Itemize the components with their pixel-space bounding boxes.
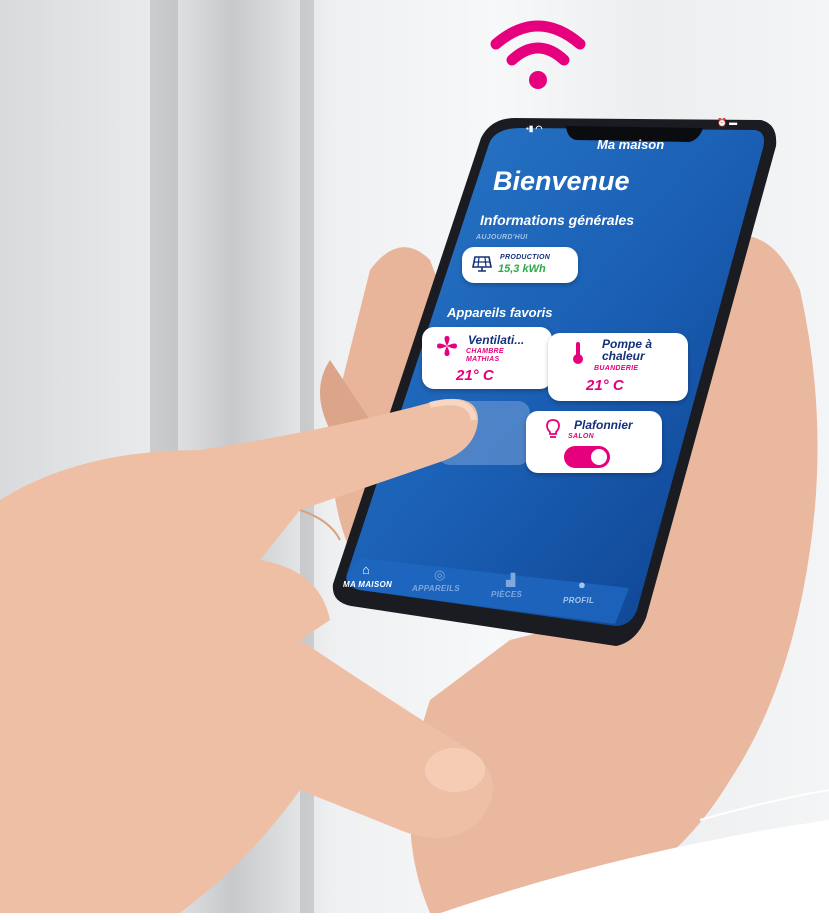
production-label: PRODUCTION bbox=[500, 254, 551, 261]
favorite-card-heat-pump[interactable]: Pompe à chaleur BUANDERIE 21° C bbox=[548, 333, 688, 401]
favorite-name: Plafonnier bbox=[574, 418, 633, 432]
toggle-knob bbox=[591, 449, 607, 465]
status-battery-icon: ⏰ ▬ bbox=[717, 118, 738, 127]
header-title: Ma maison bbox=[597, 137, 665, 152]
solar-panel-icon bbox=[472, 256, 492, 272]
favorite-room: CHAMBRE MATHIAS bbox=[466, 348, 504, 363]
bottom-white-curve bbox=[420, 789, 829, 920]
favorite-card-ventilation[interactable]: Ventilati... CHAMBRE MATHIAS 21° C bbox=[422, 327, 552, 389]
wifi-icon bbox=[490, 20, 586, 89]
production-value: 15,3 kWh bbox=[498, 263, 546, 275]
thermometer-icon bbox=[573, 342, 583, 364]
lightbulb-icon bbox=[546, 419, 560, 438]
favorite-room: BUANDERIE bbox=[594, 365, 639, 372]
welcome-title: Bienvenue bbox=[493, 166, 630, 196]
favorite-room: SALON bbox=[568, 433, 594, 440]
fan-icon bbox=[437, 336, 457, 356]
favorite-card-ceiling-light[interactable]: Plafonnier SALON bbox=[526, 411, 662, 473]
favorite-name: Ventilati... bbox=[468, 333, 525, 347]
favorite-value: 21° C bbox=[456, 367, 494, 384]
nav-item-profil[interactable]: PROFIL bbox=[563, 596, 594, 605]
production-card[interactable]: PRODUCTION 15,3 kWh bbox=[462, 247, 578, 283]
favorite-name: Pompe à chaleur bbox=[602, 337, 653, 363]
light-toggle[interactable] bbox=[564, 446, 610, 468]
status-signal-icon: ▪▮ ◠ bbox=[526, 124, 543, 133]
favorites-title: Appareils favoris bbox=[447, 305, 553, 320]
general-info-title: Informations générales bbox=[480, 212, 635, 228]
favorite-value: 21° C bbox=[586, 377, 624, 394]
profile-icon: ● bbox=[578, 577, 586, 592]
today-label: AUJOURD'HUI bbox=[476, 234, 528, 241]
